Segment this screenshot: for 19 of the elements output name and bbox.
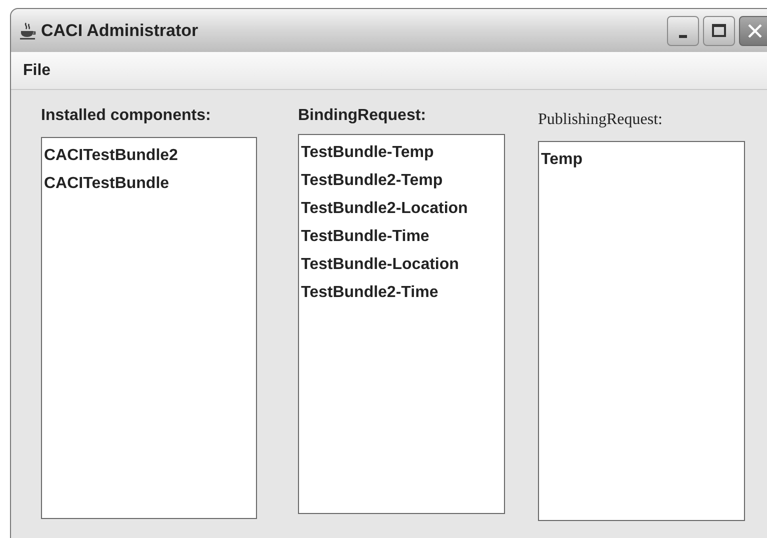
list-label: Installed components: (41, 106, 212, 126)
list-label: BindingRequest: (298, 106, 427, 126)
list-item[interactable]: Temp (541, 146, 742, 174)
list-item[interactable]: TestBundle2-Time (301, 279, 502, 307)
list-item[interactable]: TestBundle2-Location (301, 195, 502, 223)
window-title: CACI Administrator (41, 20, 198, 42)
coffee-cup-icon (19, 22, 37, 40)
list-item[interactable]: TestBundle2-Temp (301, 167, 502, 195)
menu-item[interactable]: File (17, 58, 57, 82)
list-item[interactable]: TestBundle-Location (301, 251, 502, 279)
list-label: PublishingRequest: (538, 110, 664, 130)
minimize-button[interactable] (667, 16, 699, 46)
list-item[interactable]: TestBundle-Time (301, 223, 502, 251)
close-button[interactable] (739, 16, 767, 46)
maximize-button[interactable] (703, 16, 735, 46)
list-item[interactable]: CACITestBundle2 (44, 142, 254, 170)
list-item[interactable]: CACITestBundle (44, 170, 254, 198)
list-item[interactable]: TestBundle-Temp (301, 139, 502, 167)
close-icon (747, 22, 763, 38)
